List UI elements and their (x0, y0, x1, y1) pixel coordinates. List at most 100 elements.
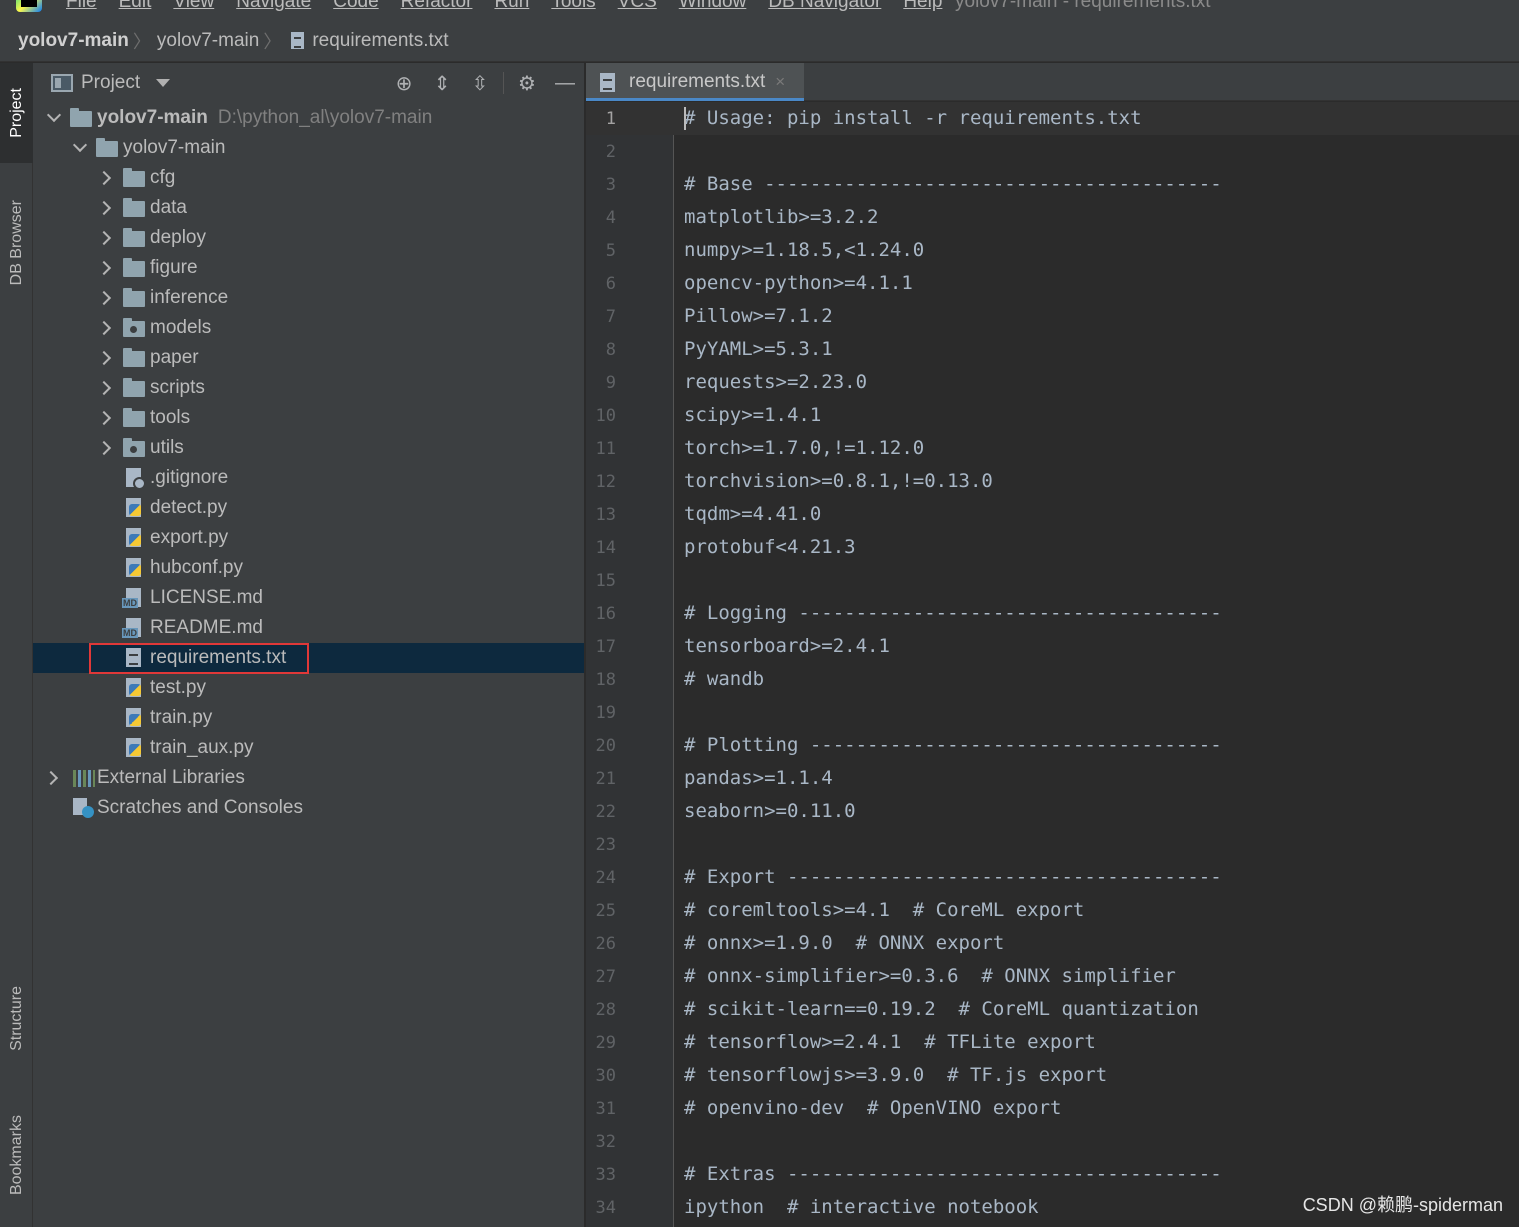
menu-item-window[interactable]: Window (679, 0, 747, 13)
python-file-icon (126, 528, 141, 547)
tree-item-label: data (150, 197, 187, 219)
tree-item-readme-md[interactable]: README.md (33, 613, 584, 643)
code-line-text: pandas>=1.1.4 (684, 767, 833, 789)
tree-item-test-py[interactable]: test.py (33, 673, 584, 703)
tree-item-cfg[interactable]: cfg (33, 163, 584, 193)
tree-item-label: figure (150, 257, 198, 279)
close-icon[interactable]: × (775, 72, 785, 92)
menu-item-view[interactable]: View (173, 0, 214, 13)
code-line: 1 # Usage: pip install -r requirements.tx… (586, 102, 1519, 135)
code-line: 9 requests>=2.23.0 (586, 366, 1519, 399)
tree-item-data[interactable]: data (33, 193, 584, 223)
tree-item-detect-py[interactable]: detect.py (33, 493, 584, 523)
left-tool-strip: Project DB Browser Structure Bookmarks (0, 63, 33, 1227)
tree-item-models[interactable]: models (33, 313, 584, 343)
hide-icon[interactable]: — (546, 63, 584, 103)
tool-tab-project[interactable]: Project (0, 63, 33, 163)
breadcrumb-folder[interactable]: yolov7-main (157, 30, 259, 52)
tree-item-name: figure (150, 257, 198, 278)
menu-item-file[interactable]: File (66, 0, 97, 13)
text-caret (684, 107, 686, 130)
tree-item-train-aux-py[interactable]: train_aux.py (33, 733, 584, 763)
chevron-right-icon[interactable] (96, 260, 112, 276)
tree-item-tools[interactable]: tools (33, 403, 584, 433)
tree-item-scratches-and-consoles[interactable]: Scratches and Consoles (33, 793, 584, 823)
tree-item-label: scripts (150, 377, 205, 399)
tree-item-name: scripts (150, 377, 205, 398)
tree-item-train-py[interactable]: train.py (33, 703, 584, 733)
code-line: 19 (586, 696, 1519, 729)
tool-tab-db-browser[interactable]: DB Browser (0, 178, 33, 308)
chevron-right-icon[interactable] (96, 320, 112, 336)
tree-item-deploy[interactable]: deploy (33, 223, 584, 253)
collapse-all-icon[interactable]: ⇳ (461, 63, 499, 103)
markdown-file-icon (122, 588, 141, 608)
chevron-right-icon[interactable] (96, 350, 112, 366)
code-line-text: requests>=2.23.0 (684, 371, 868, 393)
tree-item-export-py[interactable]: export.py (33, 523, 584, 553)
tree-item-label: deploy (150, 227, 206, 249)
gear-icon[interactable]: ⚙ (508, 63, 546, 103)
tree-item-hubconf-py[interactable]: hubconf.py (33, 553, 584, 583)
line-number: 28 (595, 1000, 616, 1020)
tree-item-name: data (150, 197, 187, 218)
library-icon (73, 770, 95, 787)
chevron-right-icon[interactable] (96, 440, 112, 456)
line-number: 17 (595, 637, 616, 657)
tool-tab-bookmarks[interactable]: Bookmarks (0, 1093, 33, 1218)
chevron-right-icon[interactable] (96, 200, 112, 216)
tool-tab-structure[interactable]: Structure (0, 963, 33, 1073)
select-opened-file-icon[interactable]: ⊕ (385, 63, 423, 103)
tree-item-license-md[interactable]: LICENSE.md (33, 583, 584, 613)
menu-item-vcs[interactable]: VCS (618, 0, 657, 13)
breadcrumb-project[interactable]: yolov7-main (18, 30, 129, 52)
menu-item-refactor[interactable]: Refactor (401, 0, 473, 13)
line-number: 12 (595, 472, 616, 492)
chevron-right-icon[interactable] (96, 170, 112, 186)
menu-item-navigate[interactable]: Navigate (236, 0, 311, 13)
line-number: 18 (595, 670, 616, 690)
tree-item-scripts[interactable]: scripts (33, 373, 584, 403)
project-toolbar: Project ⊕ ⇕ ⇳ ⚙ — (33, 63, 584, 103)
tree-item-name: deploy (150, 227, 206, 248)
menu-item-help[interactable]: Help (903, 0, 942, 13)
tree-item-figure[interactable]: figure (33, 253, 584, 283)
project-toolbar-actions: ⊕ ⇕ ⇳ ⚙ — (385, 63, 584, 103)
menu-item-code[interactable]: Code (333, 0, 378, 13)
code-editor[interactable]: 1 # Usage: pip install -r requirements.tx… (586, 102, 1519, 1227)
chevron-right-icon[interactable] (96, 380, 112, 396)
menu-item-db-navigator[interactable]: DB Navigator (768, 0, 881, 13)
code-line-text: protobuf<4.21.3 (684, 536, 856, 558)
chevron-down-icon[interactable] (156, 79, 171, 87)
expand-all-icon[interactable]: ⇕ (423, 63, 461, 103)
folder-icon (123, 438, 145, 457)
breadcrumb-file[interactable]: requirements.txt (312, 30, 448, 52)
tree-item-yolov7-main[interactable]: yolov7-main D:\python_al\yolov7-main (33, 103, 584, 133)
menu-item-run[interactable]: Run (494, 0, 529, 13)
tree-item-paper[interactable]: paper (33, 343, 584, 373)
chevron-down-icon[interactable] (46, 107, 62, 123)
menu-item-edit[interactable]: Edit (119, 0, 152, 13)
project-panel-title[interactable]: Project (81, 72, 140, 94)
tree-item-external-libraries[interactable]: External Libraries (33, 763, 584, 793)
tree-item-utils[interactable]: utils (33, 433, 584, 463)
tree-item-yolov7-main[interactable]: yolov7-main (33, 133, 584, 163)
tree-item-label: paper (150, 347, 199, 369)
tree-item-inference[interactable]: inference (33, 283, 584, 313)
chevron-right-icon[interactable] (96, 230, 112, 246)
chevron-right-icon[interactable] (96, 290, 112, 306)
line-number: 27 (595, 967, 616, 987)
chevron-down-icon[interactable] (72, 137, 88, 153)
tab-requirements-txt[interactable]: requirements.txt × (586, 63, 804, 101)
tree-item-name: External Libraries (97, 767, 245, 788)
tree-item-requirements-txt[interactable]: requirements.txt (33, 643, 584, 674)
chevron-right-icon[interactable] (43, 770, 59, 786)
pycharm-logo-icon[interactable] (16, 0, 42, 12)
code-line-text: tqdm>=4.41.0 (684, 503, 822, 525)
tree-item-gitignore[interactable]: .gitignore (33, 463, 584, 493)
code-line: 32 (586, 1125, 1519, 1158)
menu-item-tools[interactable]: Tools (551, 0, 595, 13)
tree-item-label: yolov7-main (123, 137, 225, 159)
chevron-right-icon[interactable] (96, 410, 112, 426)
folder-icon (123, 348, 145, 367)
